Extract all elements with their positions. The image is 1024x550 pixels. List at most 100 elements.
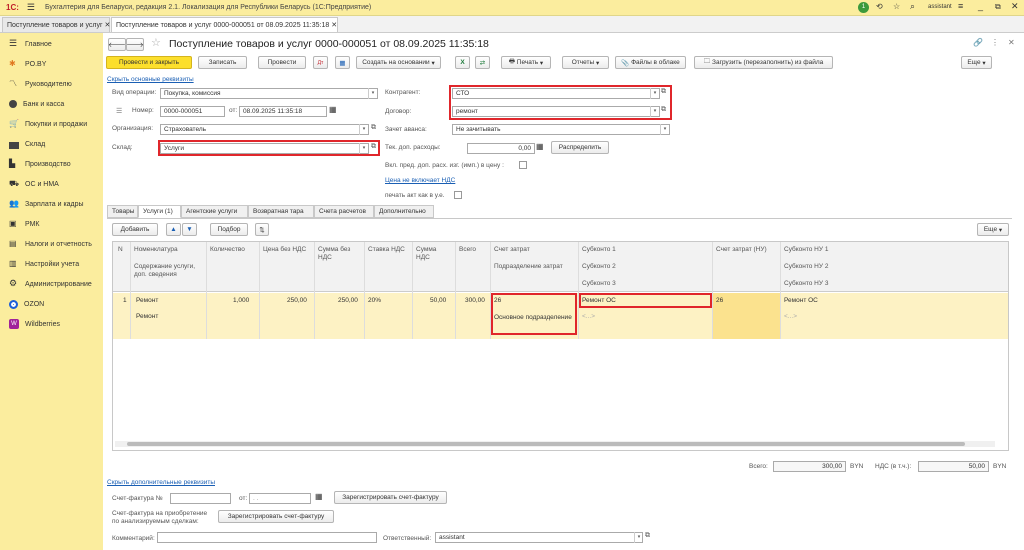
col-n[interactable]: N (118, 246, 123, 254)
vat-settings-link[interactable]: Цена не включает НДС (385, 177, 455, 184)
tab-receipt-doc[interactable]: Поступление товаров и услуг 0000-000051 … (111, 17, 338, 32)
sidebar-item-ozon[interactable]: OZON (0, 294, 103, 314)
open-icon[interactable]: ⧉ (645, 532, 650, 540)
cell-total[interactable]: 300,00 (465, 297, 485, 304)
open-icon[interactable]: ⧉ (371, 143, 376, 151)
structure-button[interactable]: ▦ (335, 56, 350, 69)
tab-settlement-accounts[interactable]: Счета расчетов (314, 205, 374, 218)
cell-cost-account-nu[interactable]: 26 (716, 297, 723, 304)
op-type-field[interactable]: Покупка, комиссия (160, 88, 378, 99)
col-nomenclature[interactable]: Номенклатура (134, 246, 178, 254)
cell-sum[interactable]: 250,00 (338, 297, 358, 304)
cell-cost-account[interactable]: 26 (494, 297, 501, 304)
move-down-button[interactable]: ▼ (182, 223, 197, 236)
cell-subconto-nu-2[interactable]: <...> (784, 313, 797, 320)
comment-field[interactable] (157, 532, 377, 543)
include-costs-checkbox[interactable] (519, 161, 527, 169)
excel-button[interactable]: X (455, 56, 470, 69)
chevron-down-icon[interactable]: ▾ (359, 143, 368, 154)
cloud-files-button[interactable]: 📎 Файлы в облаке (615, 56, 686, 69)
calendar-icon[interactable]: ▦ (315, 492, 323, 501)
org-field[interactable]: Страхователь (160, 124, 369, 135)
horizontal-scrollbar[interactable] (115, 441, 995, 447)
sidebar-item-admin[interactable]: ⚙ Администрирование (0, 274, 103, 294)
tab-additional[interactable]: Дополнительно (374, 205, 434, 218)
sidebar-item-warehouse[interactable]: Склад (0, 134, 103, 154)
col-subconto-nu-3[interactable]: Субконто НУ 3 (784, 280, 828, 288)
hamburger-icon[interactable]: ☰ (27, 2, 35, 13)
more-vertical-icon[interactable]: ⋮ (991, 38, 999, 47)
col-cost-department[interactable]: Подразделение затрат (494, 263, 563, 271)
bell-icon[interactable]: 1 (858, 2, 869, 13)
chevron-down-icon[interactable]: ▾ (368, 88, 377, 99)
save-button[interactable]: Записать (198, 56, 247, 69)
forward-button[interactable]: 🡒 (126, 38, 144, 51)
col-cost-account[interactable]: Счет затрат (494, 246, 530, 254)
col-subconto-2[interactable]: Субконто 2 (582, 263, 616, 271)
print-button[interactable]: 🖶 Печать ▾ (501, 56, 551, 69)
move-up-button[interactable]: ▲ (166, 223, 181, 236)
tab-returnable-tare[interactable]: Возвратная тара (248, 205, 314, 218)
open-icon[interactable]: ⧉ (661, 106, 666, 114)
table-more-button[interactable]: Еще ▾ (977, 223, 1009, 236)
link-icon[interactable]: 🔗 (973, 38, 983, 47)
history-icon[interactable]: ⟲ (876, 2, 883, 11)
advance-field[interactable]: Не зачитывать (452, 124, 670, 135)
number-field[interactable]: 0000-000051 (160, 106, 225, 117)
search-icon[interactable]: ⌕ (910, 1, 915, 12)
maximize-icon[interactable]: ⧉ (995, 2, 1001, 12)
calendar-icon[interactable]: ▦ (329, 105, 337, 114)
chevron-down-icon[interactable]: ▾ (650, 88, 659, 99)
chevron-down-icon[interactable]: ▾ (634, 532, 643, 543)
cell-service-content[interactable]: Ремонт (136, 313, 158, 320)
contractor-field[interactable]: СТО (452, 88, 660, 99)
post-button[interactable]: Провести (258, 56, 306, 69)
col-vat-sum[interactable]: Сумма НДС (416, 246, 446, 262)
cell-vat-sum[interactable]: 50,00 (430, 297, 446, 304)
tab-receipts-list[interactable]: Поступление товаров и услуг ✕ (2, 17, 110, 32)
col-subconto-nu-1[interactable]: Субконто НУ 1 (784, 246, 828, 254)
sidebar-item-assets[interactable]: ⛟ ОС и НМА (0, 174, 103, 194)
create-based-on-button[interactable]: Создать на основании ▾ (356, 56, 441, 69)
minimize-icon[interactable]: _ (978, 1, 983, 11)
cell-quantity[interactable]: 1,000 (233, 297, 249, 304)
cell-cost-department[interactable]: Основное подразделение (494, 313, 574, 322)
close-icon[interactable]: ✕ (104, 22, 110, 29)
col-quantity[interactable]: Количество (210, 246, 245, 254)
open-icon[interactable]: ⧉ (371, 124, 376, 132)
sort-button[interactable]: ⇅ (255, 223, 269, 236)
user-name[interactable]: assistant (928, 4, 952, 10)
sidebar-item-main[interactable]: ☰ Главное (0, 34, 103, 54)
reports-button[interactable]: Отчеты ▾ (562, 56, 609, 69)
post-and-close-button[interactable]: Провести и закрыть (106, 56, 192, 69)
extra-cost-field[interactable]: 0,00 (467, 143, 535, 154)
sidebar-item-settings[interactable]: ▥ Настройки учета (0, 254, 103, 274)
sidebar-item-wildberries[interactable]: W Wildberries (0, 314, 103, 334)
distribute-button[interactable]: Распределить (551, 141, 609, 154)
responsible-field[interactable]: assistant (435, 532, 643, 543)
tab-goods[interactable]: Товары (107, 205, 138, 218)
menu-icon[interactable]: ≡ (958, 1, 963, 11)
numbering-icon[interactable]: ☰ (116, 107, 122, 115)
register-invoice-analyzed-button[interactable]: Зарегистрировать счет-фактуру (218, 510, 334, 523)
col-price[interactable]: Цена без НДС (263, 246, 306, 254)
more-button[interactable]: Еще ▾ (961, 56, 992, 69)
calculator-icon[interactable]: ▦ (536, 142, 544, 151)
add-row-button[interactable]: Добавить (112, 223, 158, 236)
sidebar-item-bank[interactable]: Банк и касса (0, 94, 103, 114)
chevron-down-icon[interactable]: ▾ (660, 124, 669, 135)
col-subconto-3[interactable]: Субконто 3 (582, 280, 616, 288)
col-service-content[interactable]: Содержание услуги, доп. сведения (134, 263, 204, 279)
col-subconto-1[interactable]: Субконто 1 (582, 246, 616, 254)
sidebar-item-pos[interactable]: ▣ РМК (0, 214, 103, 234)
invoice-number-field[interactable] (170, 493, 231, 504)
date-field[interactable]: 08.09.2025 11:35:18 (239, 106, 327, 117)
col-vat-rate[interactable]: Ставка НДС (368, 246, 405, 254)
load-from-file-button[interactable]: 🗀 Загрузить (перезаполнить) из файла (694, 56, 833, 69)
close-icon[interactable]: ✕ (1008, 38, 1015, 47)
hide-main-details-link[interactable]: Скрыть основные реквизиты (107, 76, 194, 83)
register-invoice-button[interactable]: Зарегистрировать счет-фактуру (334, 491, 447, 504)
close-icon[interactable]: ✕ (1011, 1, 1019, 12)
cell-subconto-2[interactable]: <...> (582, 313, 595, 320)
back-button[interactable]: 🡐 (108, 38, 126, 51)
